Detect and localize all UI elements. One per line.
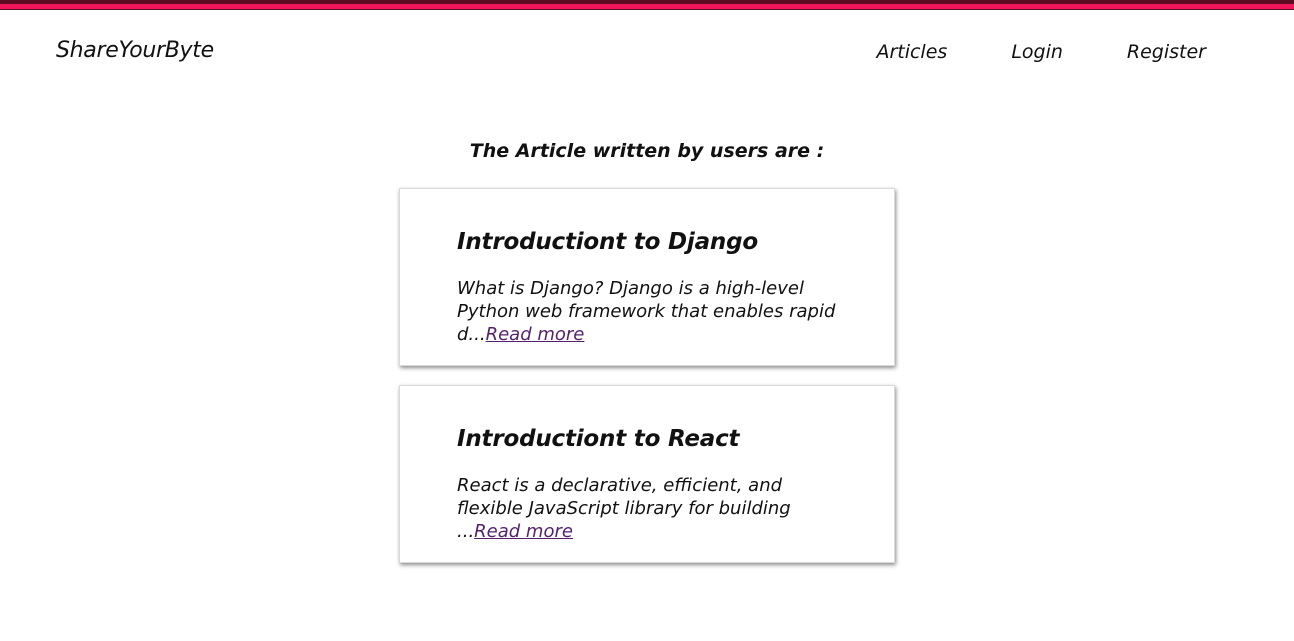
read-more-link[interactable]: Read more xyxy=(474,521,573,542)
article-card: Introductiont to Django What is Django? … xyxy=(399,188,895,366)
article-excerpt-block: What is Django? Django is a high-level P… xyxy=(457,277,836,346)
read-more-link[interactable]: Read more xyxy=(486,324,585,345)
nav-link-register[interactable]: Register xyxy=(1127,41,1206,63)
page-heading: The Article written by users are : xyxy=(469,140,825,162)
article-title: Introductiont to Django xyxy=(457,229,758,255)
article-list: Introductiont to Django What is Django? … xyxy=(399,188,895,582)
nav-link-login[interactable]: Login xyxy=(1011,41,1063,63)
main-nav: Articles Login Register xyxy=(876,41,1206,63)
article-title: Introductiont to React xyxy=(457,426,740,452)
article-card: Introductiont to React React is a declar… xyxy=(399,385,895,563)
article-excerpt-block: React is a declarative, efficient, and f… xyxy=(457,474,836,543)
site-header: ShareYourByte Articles Login Register xyxy=(0,0,1294,100)
site-logo-link[interactable]: ShareYourByte xyxy=(56,38,214,63)
nav-link-articles[interactable]: Articles xyxy=(876,41,947,63)
